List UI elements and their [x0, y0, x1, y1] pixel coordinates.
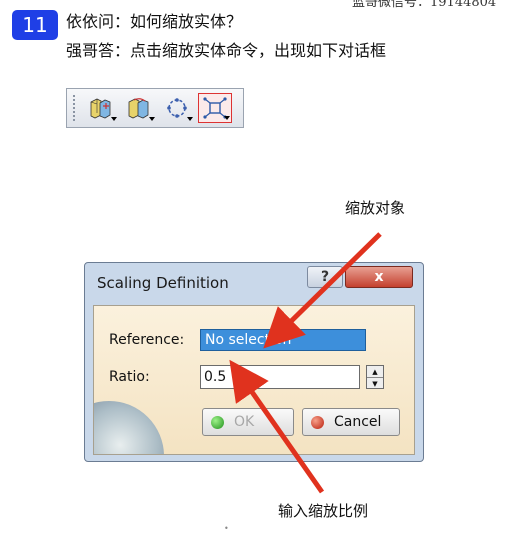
- help-button[interactable]: ?: [307, 266, 343, 288]
- ok-button-label: OK: [234, 414, 255, 430]
- dropdown-arrow-icon: [111, 117, 117, 121]
- dialog-decoration: [94, 401, 164, 454]
- scaling-button[interactable]: [198, 93, 232, 123]
- bottom-tick: •: [224, 524, 229, 533]
- dropdown-arrow-icon: [224, 116, 230, 120]
- toolbar-grip[interactable]: [73, 95, 78, 121]
- dialog-title: Scaling Definition: [97, 274, 229, 292]
- close-button[interactable]: x: [345, 266, 413, 288]
- question-text: 依依问：如何缩放实体？: [66, 12, 243, 31]
- cancel-button-label: Cancel: [334, 414, 382, 430]
- ok-button[interactable]: OK: [202, 408, 294, 436]
- dialog-body: Reference: No selection Ratio: 0.5 ▲ ▼ O…: [93, 305, 415, 455]
- step-badge: 11: [12, 10, 58, 40]
- top-right-text: 蓝哥微信号：19144804: [352, 0, 497, 10]
- rotate-solid-button[interactable]: [122, 93, 156, 123]
- ok-indicator-icon: [211, 415, 224, 429]
- cancel-button[interactable]: Cancel: [302, 408, 400, 436]
- transformation-toolbar: [66, 88, 244, 128]
- stepper-down-icon[interactable]: ▼: [367, 378, 383, 389]
- reference-label: Reference:: [109, 332, 185, 348]
- annotation-scaling-object: 缩放对象: [345, 199, 406, 217]
- annotation-input-ratio: 输入缩放比例: [278, 502, 369, 520]
- dropdown-arrow-icon: [187, 117, 193, 121]
- ratio-stepper: ▲ ▼: [366, 365, 384, 389]
- ratio-input[interactable]: 0.5: [200, 365, 360, 389]
- cancel-indicator-icon: [311, 415, 324, 429]
- dropdown-arrow-icon: [149, 117, 155, 121]
- stepper-up-icon[interactable]: ▲: [367, 366, 383, 378]
- translate-solid-button[interactable]: [84, 93, 118, 123]
- symmetry-button[interactable]: [160, 93, 194, 123]
- ratio-label: Ratio:: [109, 369, 150, 385]
- answer-text: 强哥答：点击缩放实体命令，出现如下对话框: [66, 41, 387, 60]
- scaling-definition-dialog: Scaling Definition ? x Reference: No sel…: [84, 262, 424, 462]
- reference-field[interactable]: No selection: [200, 329, 366, 351]
